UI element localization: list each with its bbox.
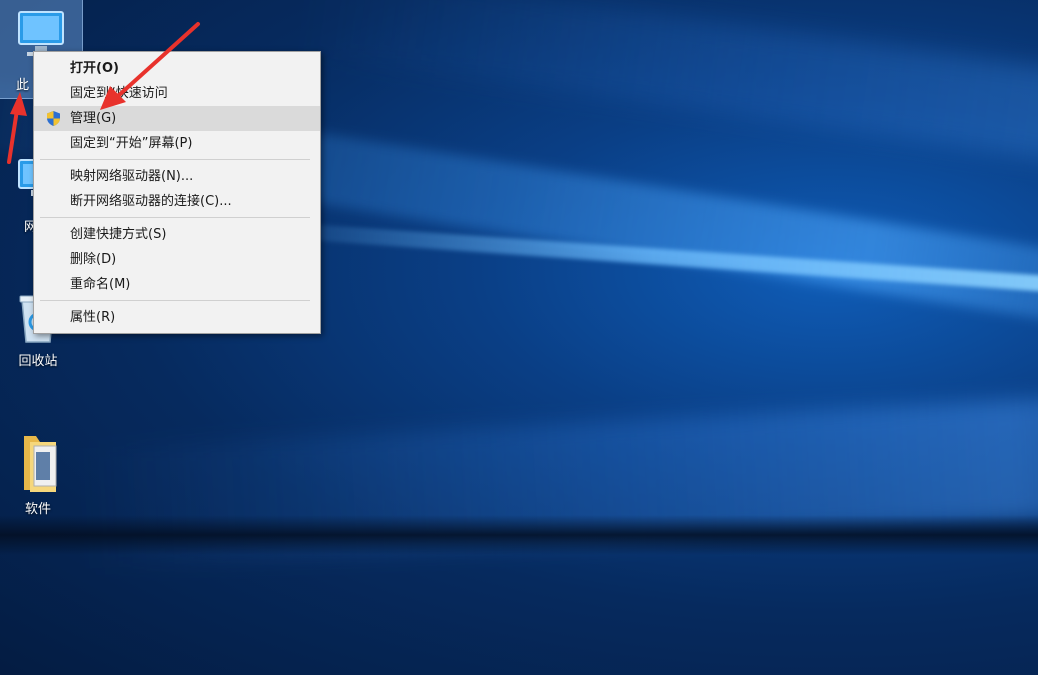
menu-item-label: 固定到“开始”屏幕(P) <box>70 136 193 151</box>
context-menu: 打开(O) 固定到“快速访问 管理(G) 固定到“开始”屏幕(P) 映射网络驱动… <box>33 51 321 334</box>
menu-item-label: 打开(O) <box>70 61 119 76</box>
menu-item-create-shortcut[interactable]: 创建快捷方式(S) <box>34 222 320 247</box>
uac-shield-icon <box>45 110 62 127</box>
menu-item-open[interactable]: 打开(O) <box>34 56 320 81</box>
menu-item-label: 属性(R) <box>70 310 116 325</box>
desktop-icon-software-folder[interactable]: 软件 <box>0 432 76 517</box>
folder-icon <box>10 432 66 492</box>
menu-item-label: 重命名(M) <box>70 277 131 292</box>
menu-separator <box>40 159 310 160</box>
menu-item-label: 管理(G) <box>70 111 117 126</box>
menu-item-map-network-drive[interactable]: 映射网络驱动器(N)... <box>34 164 320 189</box>
desktop[interactable]: 此 网 回收站 软件 打开(O) 固定到“快速访问 管理(G) 固定到“开始”屏… <box>0 0 1038 675</box>
menu-item-label: 创建快捷方式(S) <box>70 227 167 242</box>
desktop-icon-label: 回收站 <box>18 354 58 369</box>
menu-item-rename[interactable]: 重命名(M) <box>34 272 320 297</box>
menu-item-properties[interactable]: 属性(R) <box>34 305 320 330</box>
menu-separator <box>40 217 310 218</box>
menu-item-label: 映射网络驱动器(N)... <box>70 169 194 184</box>
desktop-icon-label: 软件 <box>24 502 51 517</box>
menu-item-label: 删除(D) <box>70 252 117 267</box>
menu-item-pin-start[interactable]: 固定到“开始”屏幕(P) <box>34 131 320 156</box>
menu-item-pin-quick-access[interactable]: 固定到“快速访问 <box>34 81 320 106</box>
menu-item-label: 固定到“快速访问 <box>70 86 168 101</box>
menu-item-delete[interactable]: 删除(D) <box>34 247 320 272</box>
menu-item-label: 断开网络驱动器的连接(C)... <box>70 194 232 209</box>
menu-item-disconnect-network-drive[interactable]: 断开网络驱动器的连接(C)... <box>34 189 320 214</box>
menu-separator <box>40 300 310 301</box>
menu-item-manage[interactable]: 管理(G) <box>34 106 320 131</box>
